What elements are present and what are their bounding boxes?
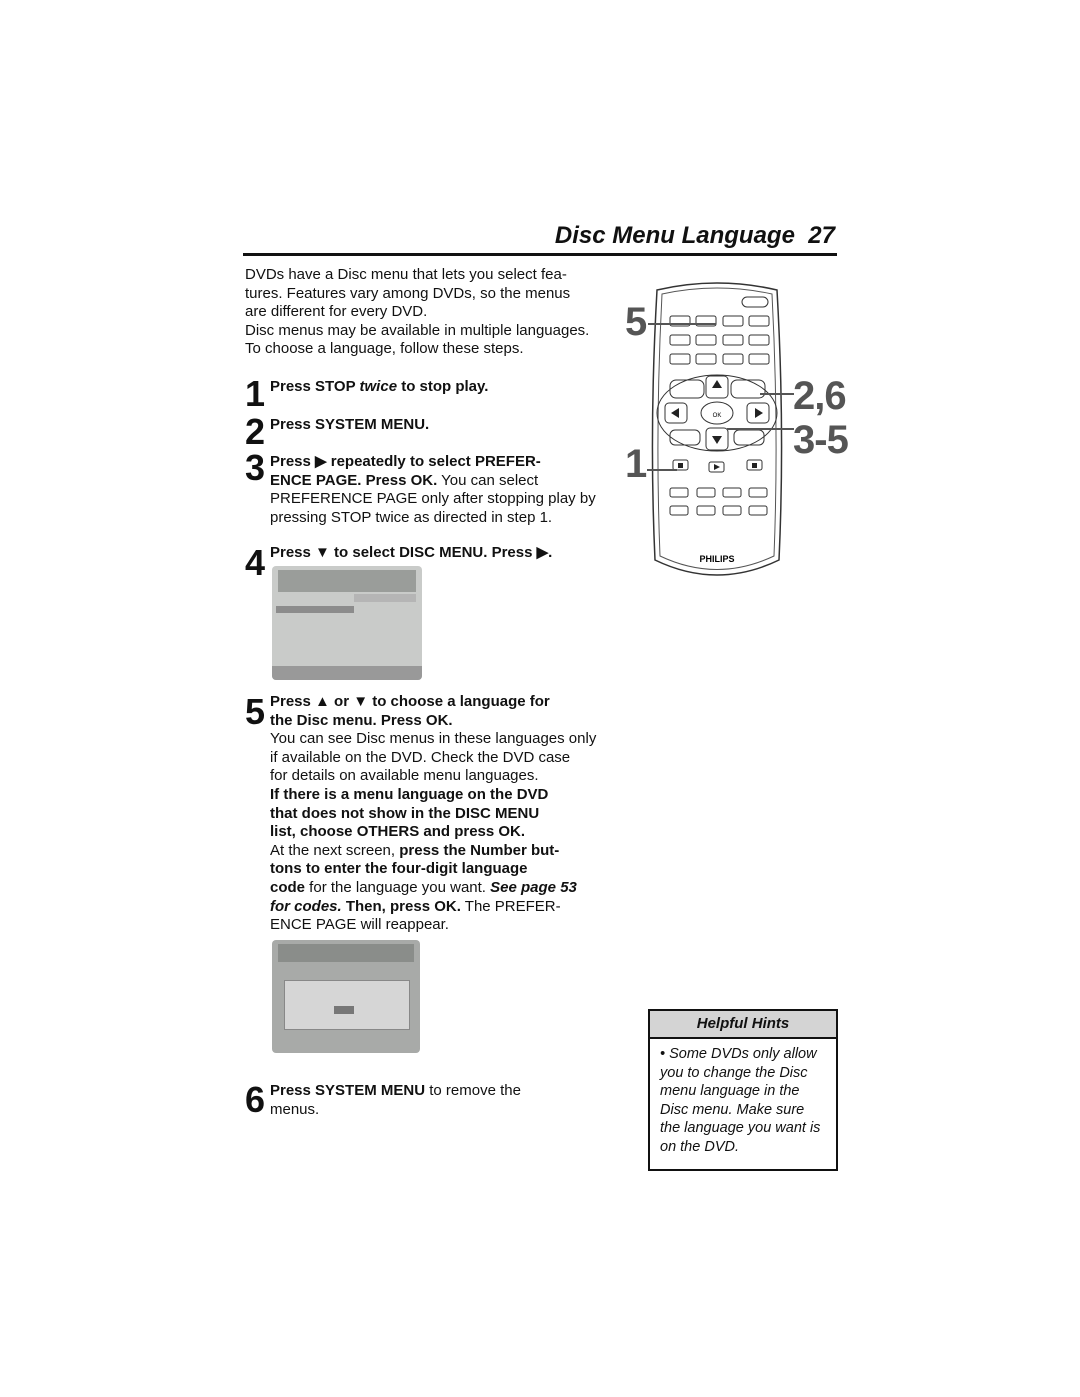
callout-steps-3-5: 3-5 bbox=[793, 418, 849, 462]
step-number: 1 bbox=[245, 373, 266, 414]
hints-text: • Some DVDs only allow you to change the… bbox=[660, 1046, 821, 1155]
callout-line bbox=[647, 469, 677, 471]
callout-line bbox=[648, 323, 716, 325]
step-number: 2 bbox=[245, 411, 266, 452]
callout-line bbox=[760, 393, 794, 395]
step-3-text: Press ▶ repeatedly to select PREFER- ENCE… bbox=[270, 453, 596, 526]
callout-step-5: 5 bbox=[625, 300, 647, 344]
language-code-screenshot bbox=[272, 940, 420, 1053]
step-number: 6 bbox=[245, 1079, 266, 1120]
intro-text: DVDs have a Disc menu that lets you sele… bbox=[245, 266, 590, 358]
manual-page: Disc Menu Language 27 DVDs have a Disc m… bbox=[0, 0, 1080, 1397]
remote-control-illustration: OK PHILIPS bbox=[651, 282, 783, 576]
page-title: Disc Menu Language 27 bbox=[554, 222, 835, 249]
helpful-hints-box: Helpful Hints • Some DVDs only allow you… bbox=[648, 1009, 838, 1171]
callout-step-1: 1 bbox=[625, 442, 647, 486]
step-1-text: Press STOP twice to stop play. bbox=[270, 378, 489, 395]
ok-label: OK bbox=[713, 413, 722, 419]
step-4-text: Press ▼ to select DISC MENU. Press ▶. bbox=[270, 544, 553, 561]
preference-page-screenshot bbox=[272, 566, 422, 680]
title-rule bbox=[243, 253, 837, 256]
step-6-text: Press SYSTEM MENU to remove the menus. bbox=[270, 1082, 521, 1118]
hints-title: Helpful Hints bbox=[650, 1011, 836, 1039]
callout-line bbox=[727, 428, 794, 430]
philips-logo: PHILIPS bbox=[699, 554, 734, 564]
step-number: 3 bbox=[245, 447, 266, 488]
step-5-text: Press ▲ or ▼ to choose a language for the… bbox=[270, 693, 597, 934]
step-number: 4 bbox=[245, 542, 266, 583]
callout-steps-2-6: 2,6 bbox=[793, 374, 847, 418]
step-2-text: Press SYSTEM MENU. bbox=[270, 416, 430, 433]
step-number: 5 bbox=[245, 691, 266, 732]
